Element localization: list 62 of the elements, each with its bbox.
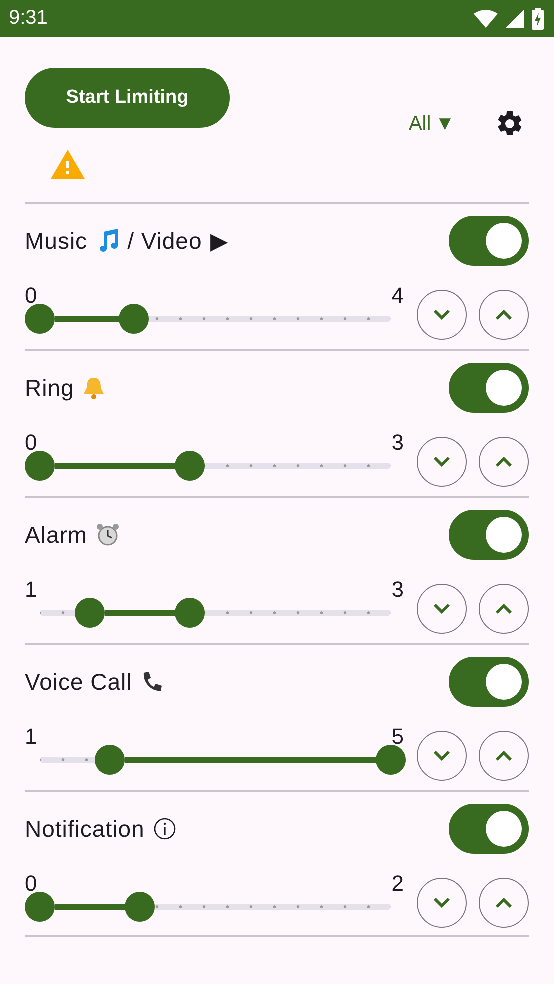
decrease-button[interactable] [417,584,467,634]
chevron-down-icon [433,456,451,468]
toggle-switch[interactable] [449,510,529,560]
max-label: 4 [392,283,404,309]
increase-button[interactable] [479,731,529,781]
status-time: 9:31 [9,7,48,30]
decrease-button[interactable] [417,290,467,340]
slider-thumb[interactable] [118,304,149,334]
decrease-button[interactable] [417,437,467,487]
channel-name: / Video [128,228,202,254]
min-label: 0 [25,430,38,456]
channel-name: Notification [25,816,145,842]
slider-thumb[interactable] [376,745,406,775]
filter-dropdown[interactable]: All ▼ [408,112,455,136]
increase-button[interactable] [479,878,529,928]
min-label: 0 [25,871,38,897]
decrease-button[interactable] [417,731,467,781]
slider-thumb[interactable] [25,451,55,481]
slider-thumb[interactable] [175,598,206,628]
chevron-down-icon [433,603,451,615]
increase-button[interactable] [479,584,529,634]
increase-button[interactable] [479,437,529,487]
chevron-down-icon [433,897,451,909]
start-limiting-button[interactable]: Start Limiting [25,68,230,128]
channel-name: Alarm [25,522,88,548]
slider-thumb[interactable] [25,892,55,922]
chevron-up-icon [495,603,513,615]
toggle-switch[interactable] [449,804,529,854]
min-label: 1 [25,577,38,603]
bell-icon [82,376,106,400]
channel-name: Voice Call [25,668,132,696]
battery-icon [532,8,544,30]
toggle-switch[interactable] [449,216,529,266]
slider-thumb[interactable] [175,451,206,481]
channel-name: Ring [25,374,74,402]
slider-thumb[interactable] [95,745,126,775]
slider-thumb[interactable] [25,304,55,334]
increase-button[interactable] [479,290,529,340]
play-icon: ▶ [210,228,229,254]
info-icon [152,817,177,841]
alarm-clock-icon [96,523,120,547]
max-label: 2 [392,871,404,897]
chevron-up-icon [495,750,513,762]
signal-icon [506,10,524,28]
max-label: 5 [392,724,404,750]
chevron-up-icon [495,456,513,468]
slider-thumb[interactable] [125,892,156,922]
decrease-button[interactable] [417,878,467,928]
wifi-icon [474,10,498,28]
max-label: 3 [392,430,404,456]
min-label: 1 [25,724,38,750]
chevron-down-icon [433,750,451,762]
slider-thumb[interactable] [75,598,106,628]
chevron-down-icon [433,309,451,321]
toggle-switch[interactable] [449,657,529,707]
max-label: 3 [392,577,404,603]
warning-icon [51,150,85,180]
min-label: 0 [25,283,38,309]
chevron-up-icon [495,897,513,909]
toggle-switch[interactable] [449,363,529,413]
channel-name: Music [25,228,88,254]
chevron-up-icon [495,309,513,321]
